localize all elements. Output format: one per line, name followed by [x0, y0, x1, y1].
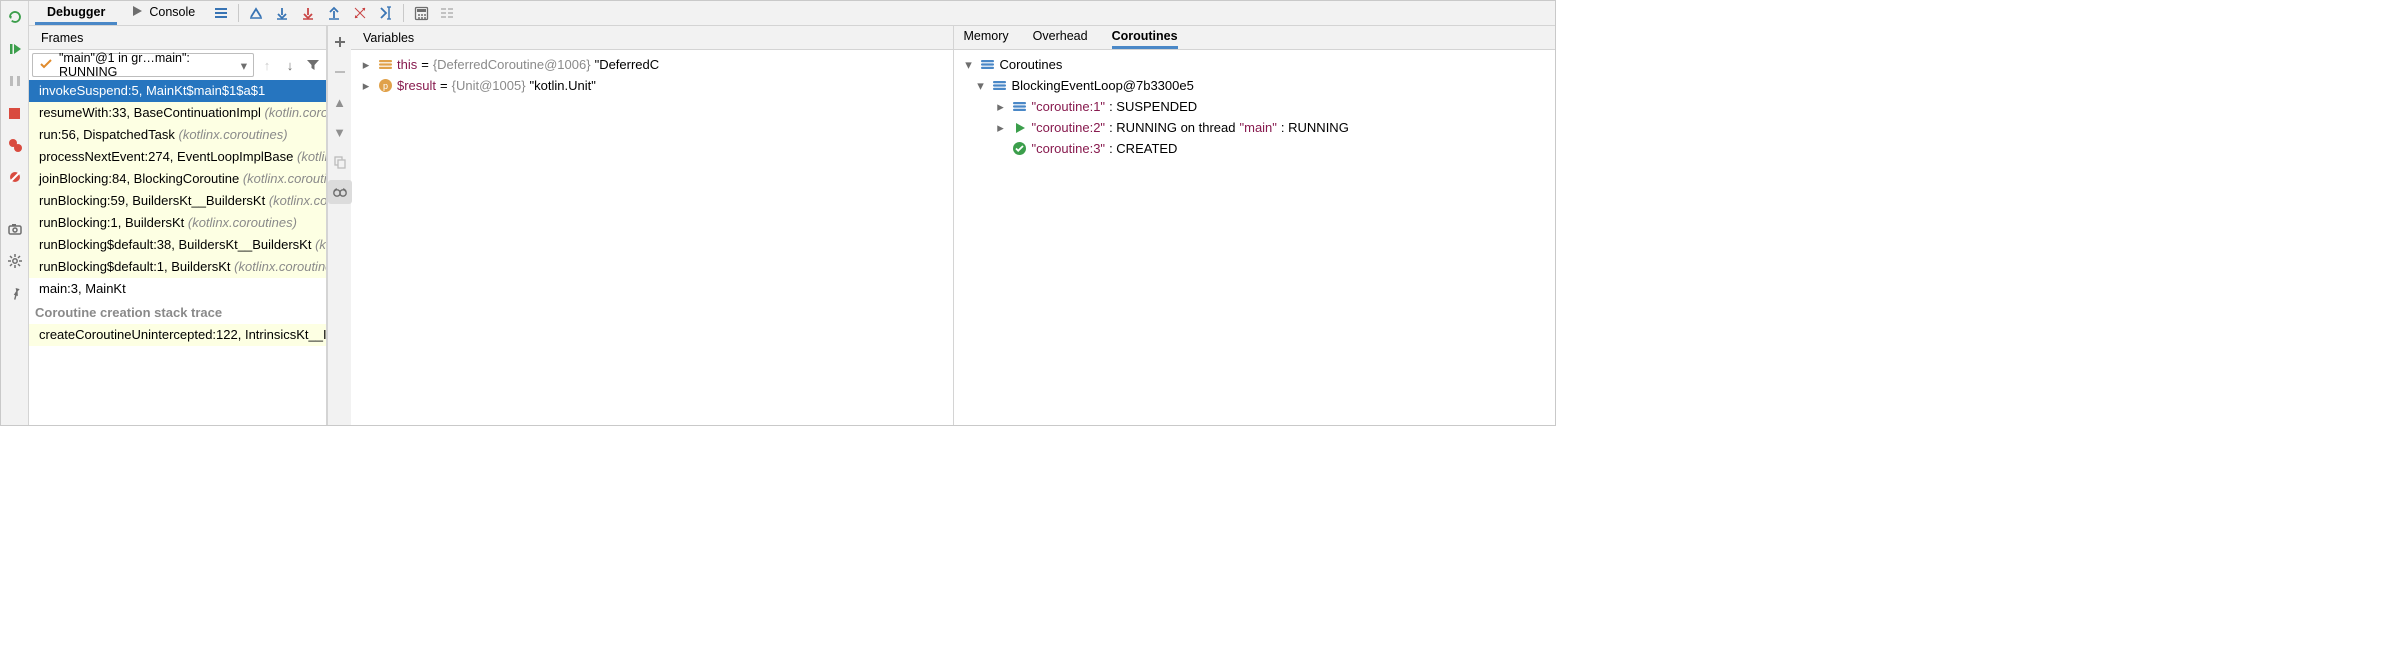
svg-text:p: p [382, 81, 387, 91]
run-to-cursor-icon[interactable] [374, 1, 398, 25]
remove-watch-icon [328, 60, 352, 84]
settings-icon[interactable] [3, 249, 27, 273]
debugger-tab[interactable]: Debugger [35, 1, 117, 25]
duplicate-watch-icon [328, 150, 352, 174]
expand-icon[interactable]: ▾ [974, 75, 988, 96]
coroutine-node[interactable]: ▸ "coroutine:1": SUSPENDED [954, 96, 1556, 117]
expand-icon[interactable]: ▸ [994, 117, 1008, 138]
left-toolbar [1, 1, 29, 425]
dispatcher-node[interactable]: ▾ BlockingEventLoop@7b3300e5 [954, 75, 1556, 96]
param-icon: p [377, 78, 393, 94]
frame-row[interactable]: joinBlocking:84, BlockingCoroutine (kotl… [29, 168, 326, 190]
step-out-icon[interactable] [322, 1, 346, 25]
watch-down-icon: ▼ [328, 120, 352, 144]
frame-row[interactable]: runBlocking$default:1, BuildersKt (kotli… [29, 256, 326, 278]
console-run-icon [131, 5, 143, 20]
frame-row[interactable]: createCoroutineUnintercepted:122, Intrin… [29, 324, 326, 346]
chevron-down-icon: ▾ [241, 58, 247, 73]
trace-current-stream-icon [435, 1, 459, 25]
vars-rail: ▲ ▼ [327, 26, 351, 425]
run-icon [1012, 120, 1028, 136]
show-exec-point-icon[interactable] [244, 1, 268, 25]
thread-selector[interactable]: "main"@1 in gr…main": RUNNING ▾ [32, 53, 254, 77]
variable-row[interactable]: ▸ this = {DeferredCoroutine@1006} "Defer… [351, 54, 953, 75]
coroutine-node[interactable]: "coroutine:3": CREATED [954, 138, 1556, 159]
thread-label: "main"@1 in gr…main": RUNNING [59, 51, 235, 79]
stop-icon[interactable] [3, 101, 27, 125]
top-toolbar: Debugger Console [29, 1, 1555, 26]
pin-icon[interactable] [3, 281, 27, 305]
expand-icon[interactable]: ▸ [359, 75, 373, 96]
frame-row[interactable]: runBlocking:59, BuildersKt__BuildersKt (… [29, 190, 326, 212]
frame-row[interactable]: run:56, DispatchedTask (kotlinx.coroutin… [29, 124, 326, 146]
expand-icon[interactable]: ▸ [359, 54, 373, 75]
frame-row[interactable]: runBlocking:1, BuildersKt (kotlinx.corou… [29, 212, 326, 234]
variable-row[interactable]: ▸p $result = {Unit@1005} "kotlin.Unit" [351, 75, 953, 96]
coroutine-node[interactable]: ▸ "coroutine:2": RUNNING on thread "main… [954, 117, 1556, 138]
resume-icon[interactable] [3, 37, 27, 61]
property-icon [377, 57, 393, 73]
variables-header: Variables [351, 26, 953, 50]
pause-icon[interactable] [3, 69, 27, 93]
stack-icon [992, 78, 1008, 94]
check-circle-icon [1012, 141, 1028, 157]
frames-header: Frames [29, 26, 326, 50]
stack-icon [980, 57, 996, 73]
new-watch-icon[interactable] [328, 30, 352, 54]
prev-frame-icon: ↑ [257, 55, 277, 75]
frames-list[interactable]: invokeSuspend:5, MainKt$main$1$a$1resume… [29, 80, 326, 425]
show-watches-icon[interactable] [328, 180, 352, 204]
watch-up-icon: ▲ [328, 90, 352, 114]
drop-frame-icon[interactable] [348, 1, 372, 25]
camera-icon[interactable] [3, 217, 27, 241]
frame-row[interactable]: resumeWith:33, BaseContinuationImpl (kot… [29, 102, 326, 124]
coroutines-tab[interactable]: Coroutines [1112, 29, 1178, 49]
threads-icon[interactable] [209, 1, 233, 25]
step-over-icon[interactable] [270, 1, 294, 25]
frames-panel: Frames "main"@1 in gr…main": RUNNING ▾ ↑… [29, 26, 327, 425]
frame-section-header: Coroutine creation stack trace [29, 300, 326, 324]
expand-icon[interactable]: ▾ [962, 54, 976, 75]
console-tab-label: Console [149, 5, 195, 19]
frame-row[interactable]: main:3, MainKt [29, 278, 326, 300]
step-into-icon[interactable] [296, 1, 320, 25]
variables-tree[interactable]: ▸ this = {DeferredCoroutine@1006} "Defer… [351, 50, 953, 425]
frame-row[interactable]: runBlocking$default:38, BuildersKt__Buil… [29, 234, 326, 256]
frame-row[interactable]: processNextEvent:274, EventLoopImplBase … [29, 146, 326, 168]
mute-breakpoints-icon[interactable] [3, 165, 27, 189]
variables-panel: Variables ▸ this = {DeferredCoroutine@10… [351, 26, 954, 425]
expand-icon[interactable]: ▸ [994, 96, 1008, 117]
coroutines-tree[interactable]: ▾ Coroutines▾ BlockingEventLoop@7b3300e5… [954, 50, 1556, 425]
filter-icon[interactable] [303, 55, 323, 75]
next-frame-icon[interactable]: ↓ [280, 55, 300, 75]
view-breakpoints-icon[interactable] [3, 133, 27, 157]
coroutines-root[interactable]: ▾ Coroutines [954, 54, 1556, 75]
frame-row[interactable]: invokeSuspend:5, MainKt$main$1$a$1 [29, 80, 326, 102]
overhead-tab[interactable]: Overhead [1033, 29, 1088, 49]
memory-tab[interactable]: Memory [964, 29, 1009, 49]
check-icon [39, 57, 53, 74]
coroutines-panel: Memory Overhead Coroutines ▾ Coroutines▾… [954, 26, 1556, 425]
evaluate-icon[interactable] [409, 1, 433, 25]
rerun-icon[interactable] [3, 5, 27, 29]
stack-icon [1012, 99, 1028, 115]
console-tab[interactable]: Console [119, 1, 207, 26]
